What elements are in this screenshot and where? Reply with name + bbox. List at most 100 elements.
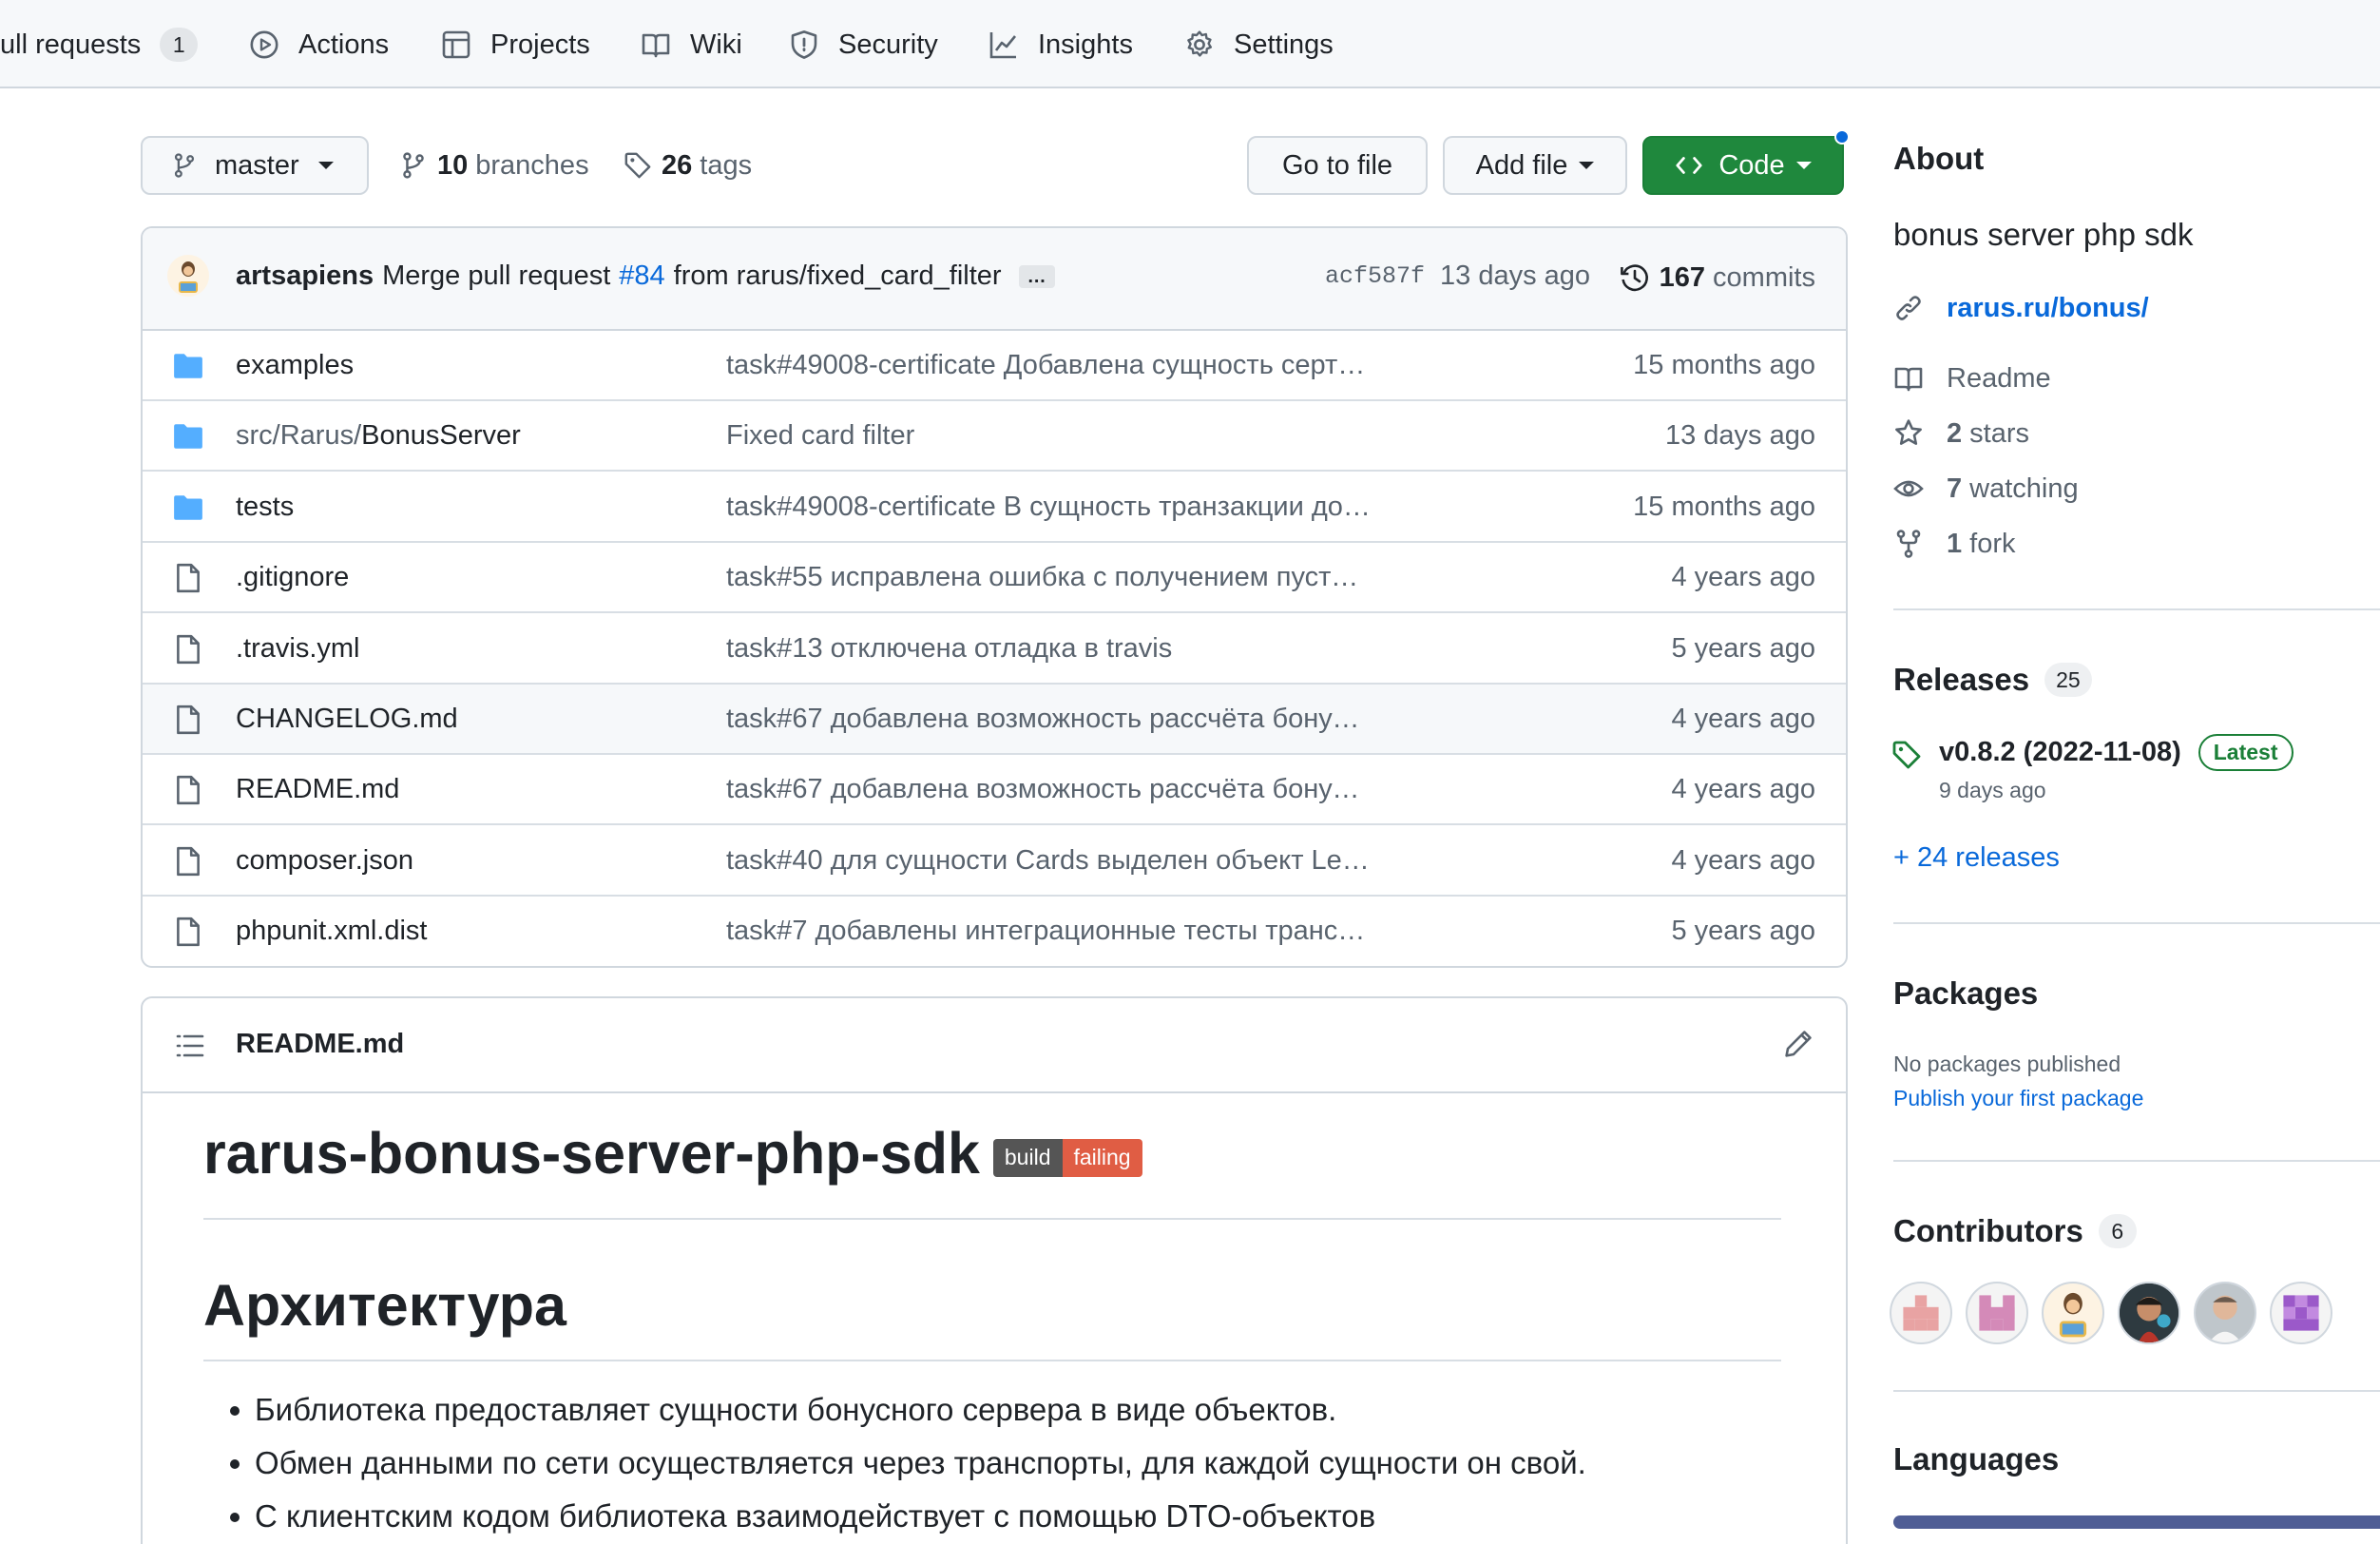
contributor-avatar[interactable] bbox=[2042, 1282, 2104, 1344]
tag-icon bbox=[624, 152, 651, 179]
tab-projects-label: Projects bbox=[490, 29, 590, 60]
latest-release-name: v0.8.2 (2022-11-08) bbox=[1939, 737, 2181, 767]
branch-icon bbox=[403, 152, 424, 179]
releases-heading[interactable]: Releases 25 bbox=[1893, 662, 2092, 698]
contributor-avatar[interactable] bbox=[1966, 1282, 2028, 1344]
file-row[interactable]: composer.json task#40 для сущности Cards … bbox=[143, 826, 1846, 897]
file-commit-message[interactable]: task#13 отключена отладка в travis bbox=[726, 633, 1372, 665]
commit-message-post[interactable]: from rarus/fixed_card_filter bbox=[674, 261, 1002, 292]
code-label: Code bbox=[1718, 149, 1785, 181]
tab-actions-label: Actions bbox=[298, 29, 390, 60]
bullet-dot bbox=[230, 1459, 240, 1469]
file-name[interactable]: README.md bbox=[236, 774, 399, 805]
code-icon bbox=[1676, 157, 1702, 174]
play-icon bbox=[250, 30, 278, 59]
file-name[interactable]: CHANGELOG.md bbox=[236, 704, 458, 735]
publish-package-link[interactable]: Publish your first package bbox=[1893, 1086, 2143, 1111]
tab-pull-requests[interactable]: ull requests 1 bbox=[0, 21, 199, 68]
file-row[interactable]: examples task#49008-certificate Добавлена… bbox=[143, 331, 1846, 401]
file-commit-message[interactable]: task#55 исправлена ошибка с получением п… bbox=[726, 562, 1372, 593]
code-button[interactable]: Code bbox=[1642, 136, 1844, 195]
build-status-badge[interactable]: build failing bbox=[992, 1138, 1142, 1177]
commit-author[interactable]: artsapiens bbox=[236, 261, 374, 292]
packages-title[interactable]: Packages bbox=[1893, 975, 2038, 1012]
contributors-title: Contributors bbox=[1893, 1213, 2083, 1248]
folder-icon bbox=[171, 350, 205, 382]
commit-pr-link[interactable]: #84 bbox=[619, 261, 664, 292]
file-icon bbox=[171, 704, 205, 736]
file-row[interactable]: .travis.yml task#13 отключена отладка в t… bbox=[143, 614, 1846, 685]
file-commit-message[interactable]: task#49008-certificate Добавлена сущност… bbox=[726, 350, 1372, 381]
commit-sha[interactable]: acf587f bbox=[1325, 262, 1425, 290]
sidebar-divider bbox=[1893, 1390, 2380, 1392]
file-commit-message[interactable]: task#67 добавлена возможность рассчёта б… bbox=[726, 774, 1372, 805]
forks-link[interactable]: 1 fork bbox=[1893, 525, 2015, 563]
file-row[interactable]: phpunit.xml.dist task#7 добавлены интегра… bbox=[143, 897, 1846, 966]
file-list: examples task#49008-certificate Добавлена… bbox=[143, 331, 1846, 966]
more-releases-link[interactable]: + 24 releases bbox=[1893, 842, 2060, 874]
contributor-avatar[interactable] bbox=[1890, 1282, 1952, 1344]
homepage-url: rarus.ru/bonus/ bbox=[1947, 292, 2149, 323]
file-name[interactable]: phpunit.xml.dist bbox=[236, 916, 428, 947]
file-commit-message[interactable]: task#49008-certificate В сущность транза… bbox=[726, 492, 1372, 523]
readme-panel: README.md rarus-bonus-server-php-sdk bui… bbox=[141, 996, 1848, 1544]
tags-link[interactable]: 26 tags bbox=[624, 145, 752, 186]
contributor-avatar[interactable] bbox=[2118, 1282, 2180, 1344]
tab-insights[interactable]: Insights bbox=[988, 21, 1133, 68]
commit-expand-button[interactable]: … bbox=[1018, 264, 1055, 288]
tab-security[interactable]: Security bbox=[789, 21, 938, 68]
watching-label: watching bbox=[1969, 473, 2079, 504]
readme-link[interactable]: Readme bbox=[1893, 359, 2051, 397]
file-commit-age: 15 months ago bbox=[1633, 350, 1815, 380]
latest-release[interactable]: v0.8.2 (2022-11-08) Latest bbox=[1939, 734, 2294, 771]
person-photo-icon bbox=[2120, 1283, 2178, 1342]
stars-link[interactable]: 2 stars bbox=[1893, 415, 2029, 453]
branch-select-button[interactable]: master bbox=[141, 136, 369, 195]
file-name-text: tests bbox=[236, 491, 295, 522]
tab-insights-label: Insights bbox=[1038, 29, 1133, 60]
book-icon bbox=[642, 33, 670, 58]
readme-title-row: rarus-bonus-server-php-sdk build failing bbox=[203, 1121, 1142, 1186]
language-bar[interactable] bbox=[1893, 1515, 2380, 1529]
contributor-avatar[interactable] bbox=[2194, 1282, 2256, 1344]
file-row[interactable]: src/Rarus/BonusServer Fixed card filter 13… bbox=[143, 401, 1846, 473]
fork-icon bbox=[1896, 530, 1921, 558]
file-name-text: phpunit.xml.dist bbox=[236, 916, 428, 947]
file-row[interactable]: .gitignore task#55 исправлена ошибка с по… bbox=[143, 543, 1846, 614]
file-row[interactable]: README.md task#67 добавлена возможность р… bbox=[143, 755, 1846, 826]
file-name[interactable]: src/Rarus/BonusServer bbox=[236, 420, 521, 452]
commits-link[interactable]: 167 commits bbox=[1620, 259, 1815, 297]
readme-bullet-text: Библиотека предоставляет сущности бонусн… bbox=[255, 1392, 1337, 1427]
tab-actions[interactable]: Actions bbox=[249, 21, 389, 68]
pencil-icon[interactable] bbox=[1783, 1029, 1814, 1059]
file-name[interactable]: examples bbox=[236, 350, 354, 381]
readme-filename[interactable]: README.md bbox=[236, 1029, 404, 1060]
person-photo-icon bbox=[2196, 1283, 2255, 1342]
file-name[interactable]: .travis.yml bbox=[236, 633, 360, 665]
commit-message-pre[interactable]: Merge pull request bbox=[382, 261, 610, 292]
file-name[interactable]: tests bbox=[236, 492, 294, 523]
pull-requests-counter: 1 bbox=[160, 28, 199, 62]
watching-link[interactable]: 7 watching bbox=[1893, 470, 2079, 508]
file-commit-message[interactable]: task#67 добавлена возможность рассчёта б… bbox=[726, 704, 1372, 735]
readme-bullet-list: Библиотека предоставляет сущности бонусн… bbox=[230, 1392, 1586, 1544]
file-row[interactable]: tests task#49008-certificate В сущность т… bbox=[143, 473, 1846, 543]
avatar[interactable] bbox=[167, 255, 209, 297]
tab-wiki[interactable]: Wiki bbox=[641, 21, 742, 68]
go-to-file-button[interactable]: Go to file bbox=[1247, 136, 1428, 195]
branches-label: branches bbox=[475, 149, 589, 181]
file-name[interactable]: .gitignore bbox=[236, 562, 349, 593]
contributor-avatar[interactable] bbox=[2270, 1282, 2332, 1344]
homepage-link[interactable]: rarus.ru/bonus/ bbox=[1893, 289, 2149, 327]
list-icon[interactable] bbox=[175, 1031, 205, 1061]
tab-settings[interactable]: Settings bbox=[1184, 21, 1334, 68]
file-commit-message[interactable]: task#40 для сущности Cards выделен объек… bbox=[726, 845, 1372, 877]
file-row[interactable]: CHANGELOG.md task#67 добавлена возможност… bbox=[143, 685, 1846, 755]
contributors-heading[interactable]: Contributors 6 bbox=[1893, 1213, 2137, 1249]
branches-link[interactable]: 10 branches bbox=[399, 145, 589, 186]
file-commit-message[interactable]: task#7 добавлены интеграционные тесты тр… bbox=[726, 916, 1372, 947]
file-commit-message[interactable]: Fixed card filter bbox=[726, 420, 1372, 452]
tab-projects[interactable]: Projects bbox=[441, 21, 590, 68]
file-name[interactable]: composer.json bbox=[236, 845, 413, 877]
add-file-button[interactable]: Add file bbox=[1443, 136, 1627, 195]
